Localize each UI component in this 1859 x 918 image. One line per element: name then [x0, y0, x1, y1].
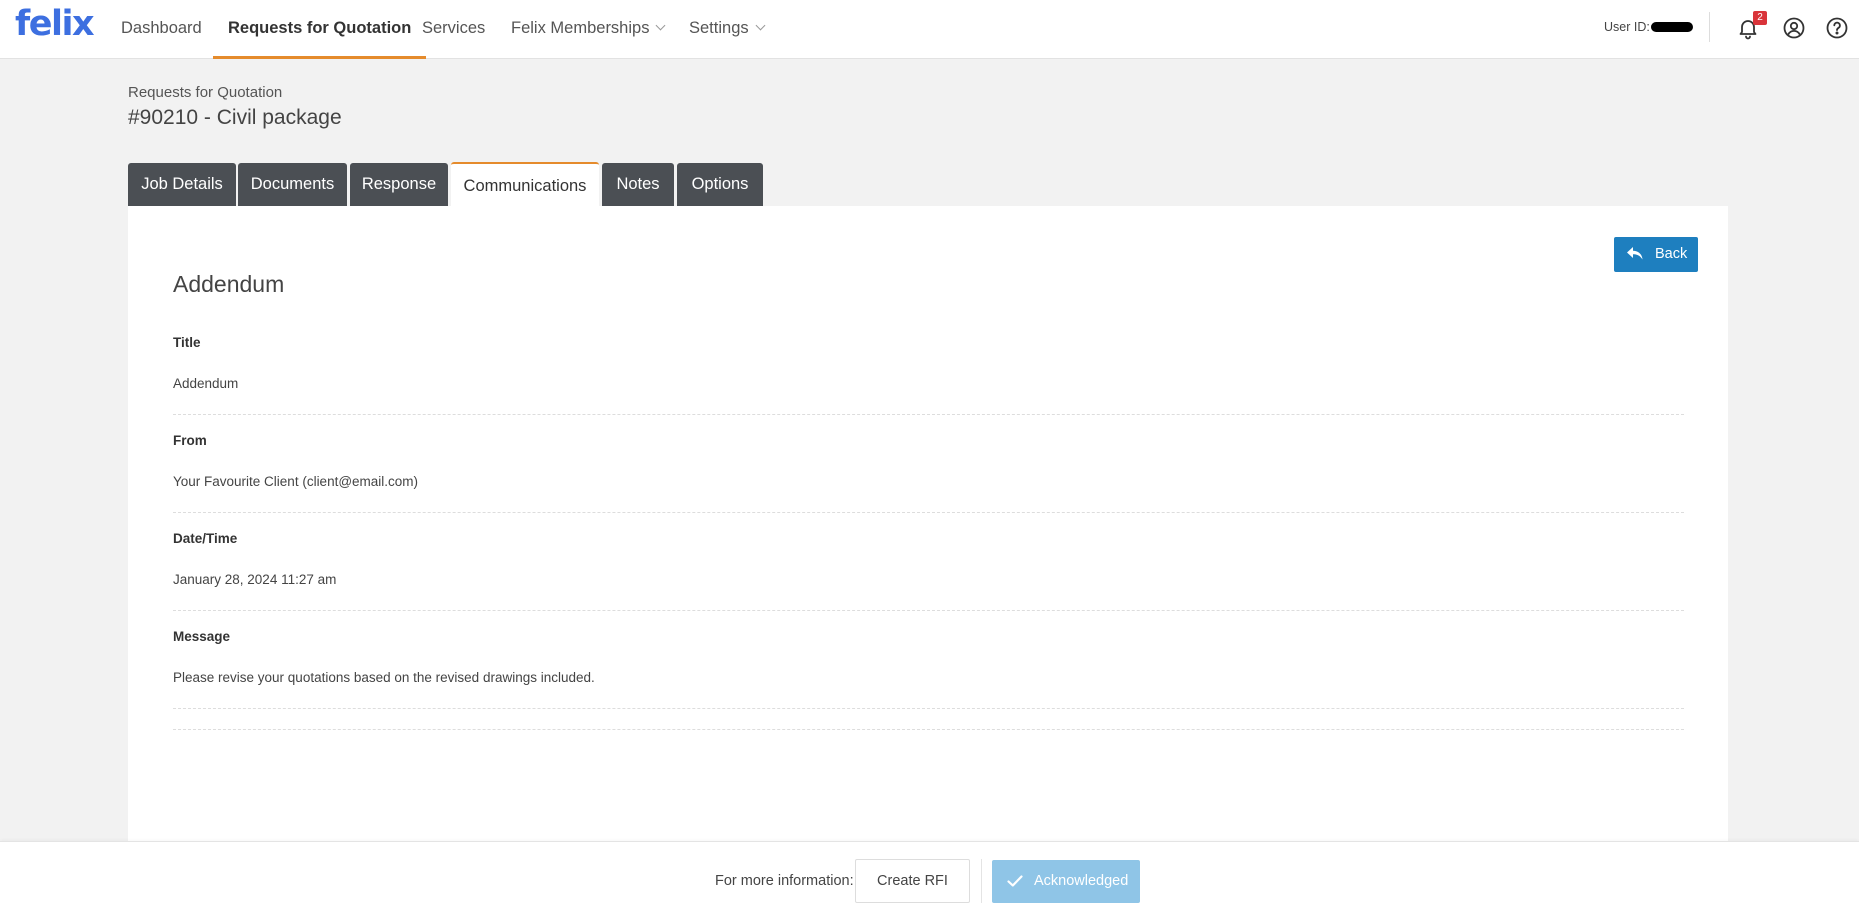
- tab-communications[interactable]: Communications: [451, 162, 599, 207]
- field-datetime-label: Date/Time: [173, 531, 238, 546]
- divider: [173, 610, 1684, 611]
- divider: [173, 708, 1684, 709]
- nav-services-label: Services: [422, 19, 486, 37]
- nav-settings[interactable]: Settings: [674, 0, 779, 59]
- tab-notes[interactable]: Notes: [602, 163, 674, 206]
- create-rfi-button[interactable]: Create RFI: [855, 859, 970, 903]
- tab-options[interactable]: Options: [677, 163, 763, 206]
- acknowledged-button-label: Acknowledged: [1034, 873, 1129, 889]
- tab-job-details[interactable]: Job Details: [128, 163, 236, 206]
- nav-memberships-label: Felix Memberships: [511, 19, 650, 37]
- field-message-label: Message: [173, 629, 231, 644]
- user-circle-icon[interactable]: [1782, 16, 1806, 40]
- nav-rfq-label: Requests for Quotation: [228, 19, 412, 37]
- page-title: #90210 - Civil package: [128, 106, 342, 129]
- nav-felix-memberships[interactable]: Felix Memberships: [496, 0, 679, 59]
- field-datetime-value: January 28, 2024 11:27 am: [173, 572, 337, 587]
- nav-dashboard-label: Dashboard: [121, 19, 202, 37]
- chevron-down-icon: [755, 20, 766, 31]
- field-title-value: Addendum: [173, 376, 239, 391]
- nav-dashboard[interactable]: Dashboard: [106, 0, 217, 59]
- help-circle-icon[interactable]: [1825, 16, 1849, 40]
- more-info-label: For more information:: [715, 873, 854, 889]
- nav-requests-for-quotation[interactable]: Requests for Quotation: [213, 0, 427, 59]
- divider: [173, 414, 1684, 415]
- divider: [173, 729, 1684, 730]
- breadcrumb[interactable]: Requests for Quotation: [128, 84, 282, 101]
- field-from-value: Your Favourite Client (client@email.com): [173, 474, 419, 489]
- tab-documents[interactable]: Documents: [238, 163, 347, 206]
- redacted-user-id: [1650, 21, 1693, 32]
- back-button[interactable]: Back: [1614, 237, 1698, 272]
- field-from-label: From: [173, 433, 207, 448]
- nav-settings-label: Settings: [689, 19, 749, 37]
- back-button-label: Back: [1655, 246, 1688, 262]
- checkmark-icon: [1007, 875, 1023, 887]
- field-title-label: Title: [173, 335, 201, 350]
- divider: [173, 512, 1684, 513]
- navbar-divider: [1709, 12, 1710, 42]
- chevron-down-icon: [656, 20, 666, 31]
- communication-panel: [128, 206, 1728, 846]
- tab-response[interactable]: Response: [350, 163, 448, 206]
- communication-heading: Addendum: [173, 271, 285, 297]
- reply-arrow-icon: [1627, 247, 1643, 260]
- acknowledged-button[interactable]: Acknowledged: [992, 860, 1140, 903]
- top-navbar: felix Dashboard Requests for Quotation S…: [0, 0, 1859, 59]
- field-message-value: Please revise your quotations based on t…: [173, 670, 595, 685]
- user-id: User ID:: [1604, 20, 1693, 34]
- nav-services[interactable]: Services: [407, 0, 500, 59]
- footer-divider: [981, 859, 982, 903]
- notification-badge: 2: [1753, 11, 1767, 25]
- felix-logo[interactable]: felix: [15, 4, 95, 44]
- user-id-label: User ID:: [1604, 20, 1650, 34]
